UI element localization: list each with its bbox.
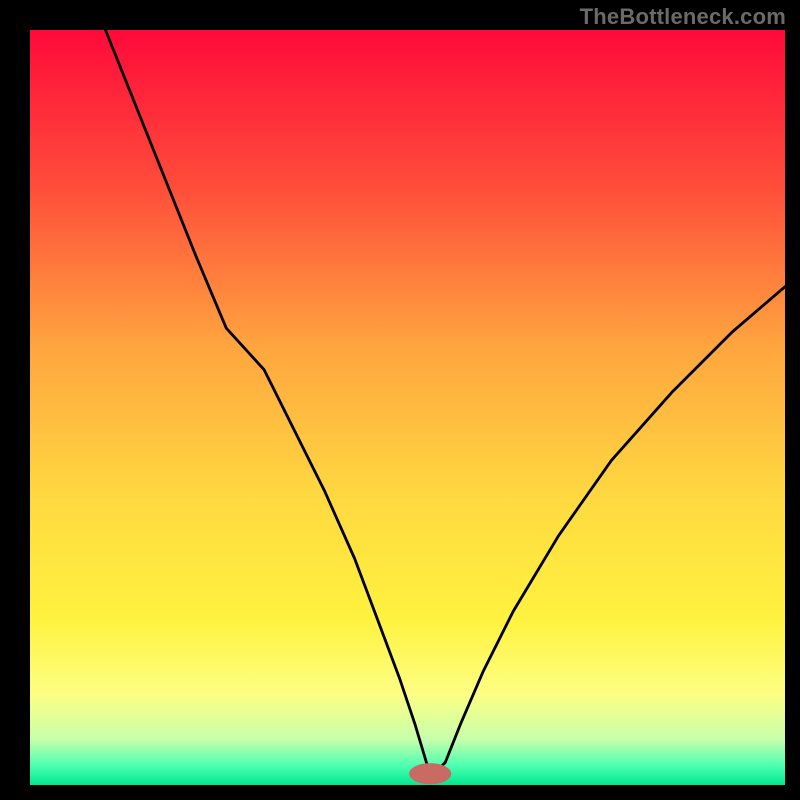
plot-background bbox=[30, 30, 785, 785]
chart-frame: TheBottleneck.com bbox=[0, 0, 800, 800]
optimum-marker bbox=[409, 763, 451, 784]
bottleneck-chart bbox=[0, 0, 800, 800]
